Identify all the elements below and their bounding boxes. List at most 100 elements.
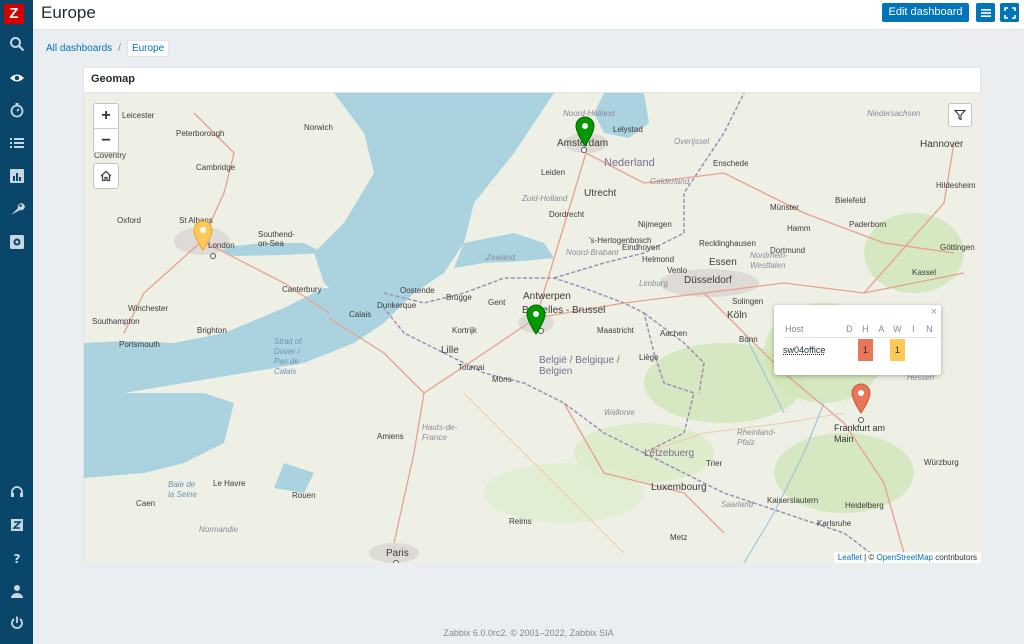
popup-cell-w[interactable]: 1 <box>889 336 906 362</box>
map-attribution: Leaflet | © OpenStreetMap contributors <box>833 552 981 563</box>
map-label: Enschede <box>713 159 749 168</box>
configuration-wrench-icon[interactable] <box>0 195 33 223</box>
popup-row: sw04office 1 1 <box>783 336 938 362</box>
map-label: Solingen <box>732 297 764 306</box>
breadcrumb: All dashboards / Europe <box>46 40 170 57</box>
map-label: Hildesheim <box>936 181 976 190</box>
filter-icon <box>954 109 966 121</box>
popup-header-n: N <box>926 323 933 334</box>
search-icon[interactable] <box>0 30 33 58</box>
zoom-out-button[interactable]: − <box>94 128 118 152</box>
map-label: Rouen <box>292 491 316 500</box>
map-label: Utrecht <box>584 188 617 199</box>
map-label: Calais <box>349 310 372 319</box>
map-label: Luxembourg <box>651 482 707 493</box>
map-label: Hannover <box>920 139 964 150</box>
popup-cell-h[interactable]: 1 <box>857 336 874 362</box>
map-label: Leicester <box>122 111 155 120</box>
map-label: Venlo <box>667 266 688 275</box>
leaflet-link[interactable]: Leaflet <box>838 553 862 562</box>
zoom-control: + − <box>93 103 119 153</box>
widget-title: Geomap <box>84 68 980 93</box>
popup-header-i: I <box>912 323 915 334</box>
popup-cell-n <box>921 336 938 362</box>
zoom-in-button[interactable]: + <box>94 104 118 128</box>
map-label: Portsmouth <box>119 340 160 349</box>
breadcrumb-all-dashboards[interactable]: All dashboards <box>46 43 112 54</box>
map-label: Münster <box>770 203 799 212</box>
monitoring-eye-icon[interactable] <box>0 64 33 92</box>
map-label: Norwich <box>304 123 333 132</box>
inventory-list-icon[interactable] <box>0 129 33 157</box>
dashboard-actions-button[interactable] <box>976 3 995 22</box>
user-settings-icon[interactable] <box>0 577 33 605</box>
help-icon[interactable]: ? <box>0 544 33 572</box>
map-label: Eindhoven <box>622 243 660 252</box>
home-view-button[interactable] <box>93 163 119 189</box>
openstreetmap-link[interactable]: OpenStreetMap <box>876 553 932 562</box>
popup-header-a: A <box>878 323 885 334</box>
kiosk-mode-button[interactable] <box>1000 3 1019 22</box>
map-label: Helmond <box>642 255 675 264</box>
map-label: Cambridge <box>196 163 236 172</box>
map-label: Baie de la Seine <box>168 480 197 499</box>
map-label: Caen <box>136 499 156 508</box>
popup-close-button[interactable]: × <box>931 306 937 318</box>
map-label: Paderborn <box>849 220 887 229</box>
map-label: Niedersachsen <box>867 109 921 118</box>
map-label: Brighton <box>197 326 227 335</box>
severity-filter-button[interactable] <box>948 103 972 127</box>
svg-text:?: ? <box>13 552 20 566</box>
map-label: Le Havre <box>213 479 246 488</box>
map-label: Bielefeld <box>835 196 866 205</box>
map-label: Kaiserslautern <box>767 496 819 505</box>
zabbix-logo[interactable]: Z <box>4 4 24 24</box>
map-label: Wallonie <box>604 408 635 417</box>
map-label: Dunkerque <box>377 301 417 310</box>
map-label: Aachen <box>660 329 688 338</box>
fullscreen-icon <box>1003 6 1016 19</box>
map-label: Hauts-de- France <box>422 423 458 442</box>
host-marker-warning[interactable] <box>192 219 214 251</box>
map-label: Southend- on-Sea <box>258 230 295 248</box>
map-label: Bonn <box>739 335 758 344</box>
map-label: Maastricht <box>597 326 634 335</box>
host-marker-ok[interactable] <box>525 303 547 335</box>
menu-icon <box>980 8 991 17</box>
edit-dashboard-button[interactable]: Edit dashboard <box>882 3 969 22</box>
breadcrumb-current[interactable]: Europe <box>126 40 170 57</box>
map-label: Brugge <box>446 293 472 302</box>
map-label: Kassel <box>912 268 937 277</box>
breadcrumb-separator: / <box>118 43 121 54</box>
map-label: Lelystad <box>613 125 643 134</box>
map-label: Overijssel <box>674 137 710 146</box>
map-label: Rheinland- Pfalz <box>737 428 776 447</box>
map-label: Essen <box>709 257 737 268</box>
map-label: Mons <box>492 375 512 384</box>
geomap[interactable]: Leicester Norwich Peterborough Coventry … <box>84 93 981 563</box>
services-stopwatch-icon[interactable] <box>0 96 33 124</box>
map-label: Trier <box>706 459 723 468</box>
map-label: Lëtzebuerg <box>644 448 695 459</box>
sign-out-icon[interactable] <box>0 609 33 637</box>
popup-host-link[interactable]: sw04office <box>783 336 842 362</box>
popup-table: Host D H A W I N sw04office 1 1 <box>783 321 938 362</box>
host-marker-ok[interactable] <box>574 115 596 147</box>
map-label: Oxford <box>117 216 142 225</box>
map-label: Normandie <box>199 525 239 534</box>
home-icon <box>100 170 112 182</box>
map-label: Düsseldorf <box>684 275 732 286</box>
map-label: Saarland <box>721 500 754 509</box>
host-marker-high[interactable] <box>850 382 872 414</box>
reports-chart-icon[interactable] <box>0 162 33 190</box>
page-title: Europe <box>41 3 96 22</box>
map-label: Nederland <box>604 157 655 169</box>
map-label: Peterborough <box>176 129 225 138</box>
integrations-z-icon[interactable] <box>0 511 33 539</box>
administration-gear-icon[interactable] <box>0 228 33 256</box>
popup-header-w: W <box>893 323 902 334</box>
map-label: Würzburg <box>924 458 959 467</box>
map-label: Frankfurt am Main <box>834 423 886 444</box>
map-label: België / Belgique / Belgien <box>539 355 620 377</box>
support-headset-icon[interactable] <box>0 478 33 506</box>
